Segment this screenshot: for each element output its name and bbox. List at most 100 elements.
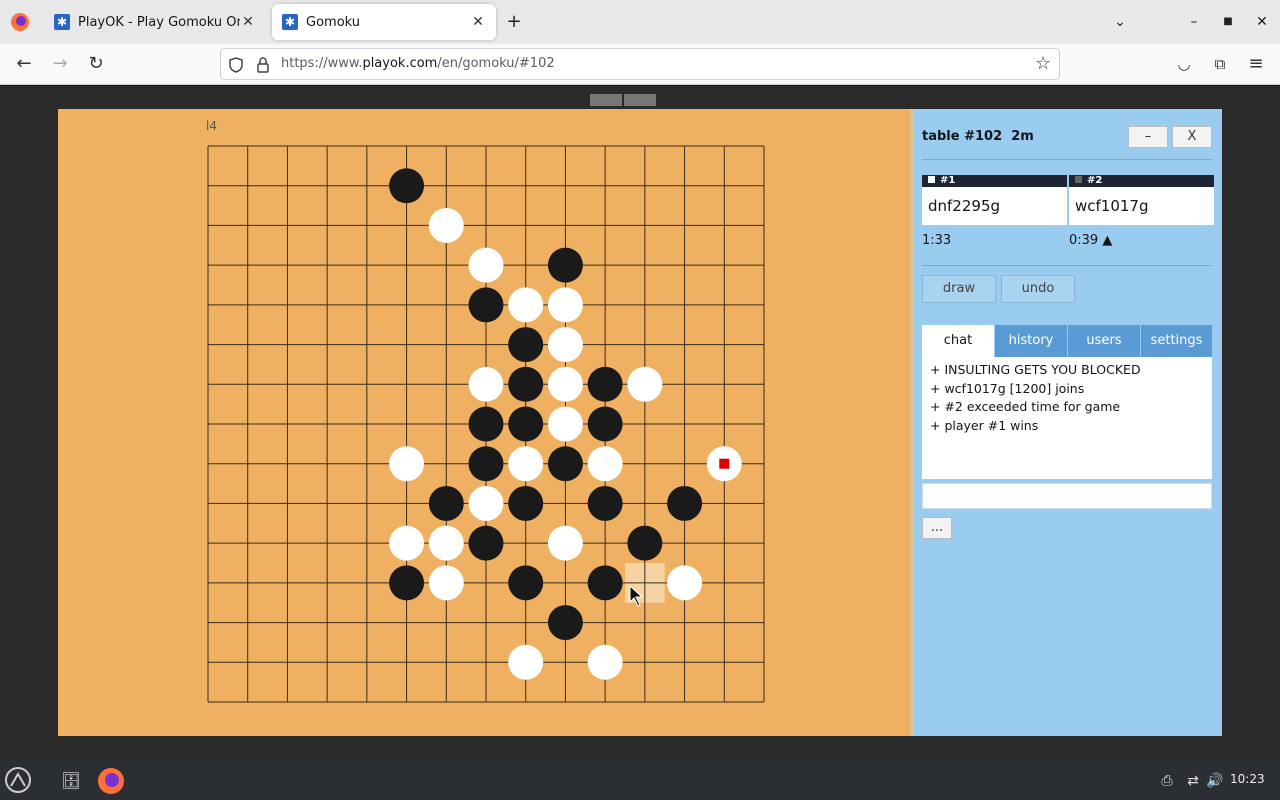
url-bar[interactable]: https://www.playok.com/en/gomoku/#102 ☆: [220, 48, 1060, 80]
black-stone: [468, 446, 504, 482]
os-taskbar: 🗄 ⎙ ⇄ 🔊 10:23: [0, 760, 1280, 800]
black-stone: [389, 565, 425, 601]
white-stone: [428, 525, 464, 561]
gray-square-icon: [1075, 176, 1082, 183]
chat-line: + wcf1017g [1200] joins: [930, 380, 1085, 396]
white-stone: [389, 525, 425, 561]
white-square-icon: [928, 176, 935, 183]
last-move-marker: [719, 458, 730, 469]
table-scroll-indicator[interactable]: [590, 91, 690, 125]
white-stone: [587, 446, 623, 482]
shield-icon[interactable]: [229, 57, 243, 73]
close-table-button[interactable]: X: [1172, 126, 1212, 148]
player-2-card[interactable]: #2 wcf1017g: [1069, 175, 1214, 225]
black-stone: [468, 287, 504, 323]
player-name: wcf1017g: [1075, 197, 1149, 215]
divider: [922, 265, 1212, 266]
cursor-coordinate: l4: [206, 119, 217, 133]
window-minimize-icon[interactable]: –: [1182, 10, 1206, 34]
white-stone: [547, 406, 583, 442]
list-tabs-chevron-icon[interactable]: ⌄: [1108, 10, 1132, 34]
playok-star-icon: ✱: [282, 14, 298, 30]
extensions-icon[interactable]: ⧉: [1208, 52, 1232, 76]
chat-log[interactable]: + INSULTING GETS YOU BLOCKED + wcf1017g …: [922, 357, 1212, 479]
menu-hamburger-icon[interactable]: ≡: [1244, 52, 1268, 76]
tab-close-icon[interactable]: ✕: [240, 14, 256, 30]
white-stone: [468, 485, 504, 521]
player-1-card[interactable]: #1 dnf2295g: [922, 175, 1067, 225]
player-slot: #2: [1087, 175, 1103, 186]
black-stone: [547, 247, 583, 283]
white-stone: [468, 247, 504, 283]
clock: 10:23: [1230, 772, 1265, 786]
tab-history[interactable]: history: [995, 325, 1067, 357]
black-stone: [587, 406, 623, 442]
url-domain: playok.com: [362, 56, 438, 71]
black-stone: [587, 485, 623, 521]
pocket-icon[interactable]: ◡: [1172, 52, 1196, 76]
playok-star-icon: ✱: [54, 14, 70, 30]
start-menu-icon[interactable]: [4, 766, 32, 794]
forward-arrow-icon[interactable]: →: [48, 52, 72, 76]
tab-users[interactable]: users: [1068, 325, 1140, 357]
black-stone: [508, 485, 544, 521]
white-stone: [627, 366, 663, 402]
chat-line: + player #1 wins: [930, 417, 1039, 433]
browser-nav-bar: ← → ↻ https://www.playok.com/en/gomoku/#…: [0, 44, 1280, 85]
player-1-time: 1:33: [922, 233, 952, 248]
white-stone: [547, 366, 583, 402]
new-tab-icon[interactable]: +: [502, 10, 526, 34]
tab-close-icon[interactable]: ✕: [470, 14, 486, 30]
tab-playok-home[interactable]: ✱ PlayOK - Play Gomoku Online ✕: [44, 4, 266, 40]
back-arrow-icon[interactable]: ←: [12, 52, 36, 76]
chat-input[interactable]: [922, 483, 1212, 509]
black-stone: [428, 485, 464, 521]
black-stone: [508, 406, 544, 442]
tab-settings[interactable]: settings: [1141, 325, 1212, 357]
white-stone: [508, 287, 544, 323]
more-options-button[interactable]: ...: [922, 517, 952, 539]
white-stone: [428, 207, 464, 243]
reload-icon[interactable]: ↻: [84, 52, 108, 76]
tab-chat[interactable]: chat: [922, 325, 994, 357]
file-manager-icon[interactable]: 🗄: [56, 766, 86, 796]
firefox-icon[interactable]: [10, 12, 30, 32]
window-close-icon[interactable]: ✕: [1250, 10, 1274, 34]
white-stone: [667, 565, 703, 601]
window-maximize-icon[interactable]: ■: [1216, 10, 1240, 34]
page-content: l4 table #102 2m – X #1 dnf2295g #2 wcf1…: [0, 86, 1280, 760]
black-stone: [547, 605, 583, 641]
tab-gomoku[interactable]: ✱ Gomoku ✕: [272, 4, 496, 40]
chat-line: + INSULTING GETS YOU BLOCKED: [930, 362, 1141, 377]
white-stone: [547, 525, 583, 561]
black-stone: [587, 565, 623, 601]
black-stone: [587, 366, 623, 402]
divider: [922, 159, 1212, 160]
white-stone: [587, 644, 623, 680]
tab-title: Gomoku: [306, 14, 361, 30]
black-stone: [547, 446, 583, 482]
white-stone: [508, 446, 544, 482]
firefox-taskbar-icon[interactable]: [96, 766, 126, 796]
table-timer: 2m: [1011, 129, 1034, 144]
gomoku-board[interactable]: [206, 144, 766, 704]
black-stone: [508, 366, 544, 402]
browser-tab-bar: ✱ PlayOK - Play Gomoku Online ✕ ✱ Gomoku…: [0, 0, 1280, 44]
black-stone: [389, 168, 425, 204]
game-side-panel: table #102 2m – X #1 dnf2295g #2 wcf1017…: [910, 109, 1222, 736]
lock-icon[interactable]: [257, 57, 269, 73]
volume-icon[interactable]: 🔊: [1200, 766, 1230, 796]
white-stone: [428, 565, 464, 601]
tab-title: PlayOK - Play Gomoku Online: [78, 14, 240, 30]
table-title: table #102 2m: [922, 129, 1034, 144]
board-area: l4: [58, 109, 910, 736]
url-text[interactable]: https://www.playok.com/en/gomoku/#102: [281, 56, 555, 71]
draw-button[interactable]: draw: [922, 275, 996, 303]
player-2-time: 0:39 ▲: [1069, 233, 1113, 248]
bookmark-star-icon[interactable]: ☆: [1035, 53, 1051, 74]
minimize-button[interactable]: –: [1128, 126, 1168, 148]
white-stone: [547, 287, 583, 323]
url-path: /en/gomoku/#102: [437, 56, 555, 71]
table-number: table #102: [922, 129, 1003, 144]
undo-button[interactable]: undo: [1001, 275, 1075, 303]
